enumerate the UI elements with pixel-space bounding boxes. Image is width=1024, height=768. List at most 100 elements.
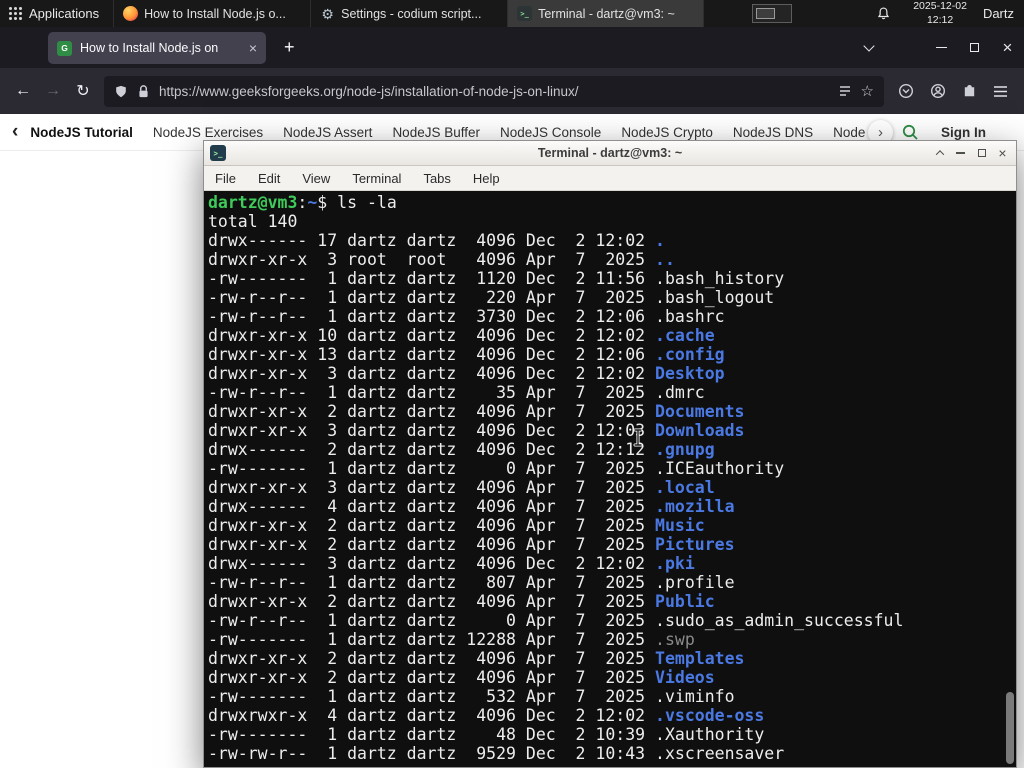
taskbar-button-label: Terminal - dartz@vm3: ~ <box>538 6 675 21</box>
terminal-line: -rw------- 1 dartz dartz 12288 Apr 7 202… <box>208 630 695 649</box>
firefox-window-icon <box>123 6 139 21</box>
terminal-close-button[interactable]: × <box>992 141 1013 166</box>
minimize-icon <box>936 46 947 49</box>
list-tabs-button[interactable] <box>852 27 885 68</box>
workspace-switcher[interactable] <box>752 4 793 23</box>
terminal-line: drwxr-xr-x 3 dartz dartz 4096 Dec 2 12:0… <box>208 421 745 440</box>
chevron-down-icon <box>862 39 875 52</box>
nav-scroll-left-icon[interactable]: ‹ <box>12 121 18 143</box>
workspace-window-preview <box>756 8 776 19</box>
terminal-line: -rw-r--r-- 1 dartz dartz 0 Apr 7 2025 .s… <box>208 611 904 630</box>
maximize-icon <box>977 149 986 157</box>
gfg-nav-item[interactable]: NodeJS Crypto <box>621 125 713 140</box>
terminal-line: drwxr-xr-x 3 root root 4096 Apr 7 2025 .… <box>208 250 675 269</box>
gfg-nav-item[interactable]: Node <box>833 125 865 140</box>
site-favicon: G <box>57 40 72 56</box>
chevron-up-icon <box>935 150 944 159</box>
terminal-line: -rw-r--r-- 1 dartz dartz 35 Apr 7 2025 .… <box>208 383 705 402</box>
terminal-scrollbar-thumb[interactable] <box>1006 692 1014 764</box>
taskbar-button-label: How to Install Node.js o... <box>144 6 286 21</box>
extensions-icon[interactable] <box>962 84 977 99</box>
clock-date: 2025-12-02 <box>913 0 967 13</box>
taskbar-button-label: Settings - codium script... <box>341 6 482 21</box>
terminal-line: -rw-r--r-- 1 dartz dartz 220 Apr 7 2025 … <box>208 288 775 307</box>
terminal-window: >_ Terminal - dartz@vm3: ~ × File Edit Vie… <box>203 140 1017 768</box>
minimize-icon <box>956 152 965 154</box>
clock[interactable]: 2025-12-02 12:12 <box>913 0 967 26</box>
terminal-line: -rw------- 1 dartz dartz 0 Apr 7 2025 .I… <box>208 459 785 478</box>
lock-icon[interactable] <box>137 84 150 99</box>
user-menu[interactable]: Dartz <box>983 6 1014 21</box>
browser-toolbar: ← → ↻ https://www.geeksforgeeks.org/node… <box>0 68 1024 114</box>
desktop: Applications How to Install Node.js o...… <box>0 0 1024 768</box>
terminal-minimize-button[interactable] <box>950 141 971 166</box>
window-minimize-button[interactable] <box>925 27 958 68</box>
pocket-icon[interactable] <box>898 83 914 99</box>
gfg-nav-item[interactable]: NodeJS Buffer <box>392 125 480 140</box>
gfg-nav-item[interactable]: NodeJS DNS <box>733 125 813 140</box>
terminal-menu-view[interactable]: View <box>291 171 341 186</box>
terminal-window-icon: >_ <box>517 6 533 21</box>
account-icon[interactable] <box>930 83 946 99</box>
terminal-line: drwxr-xr-x 2 dartz dartz 4096 Apr 7 2025… <box>208 592 715 611</box>
terminal-title: Terminal - dartz@vm3: ~ <box>537 146 683 160</box>
new-tab-button[interactable]: + <box>276 27 303 68</box>
terminal-menubar: File Edit View Terminal Tabs Help <box>204 166 1016 191</box>
terminal-content[interactable]: dartz@vm3:~$ ls -la total 140 drwx------ 1… <box>204 191 1016 767</box>
sign-in-button[interactable]: Sign In <box>941 125 986 140</box>
terminal-line: -rw-r--r-- 1 dartz dartz 807 Apr 7 2025 … <box>208 573 735 592</box>
gfg-nav-item[interactable]: NodeJS Exercises <box>153 125 263 140</box>
terminal-line: drwxr-xr-x 2 dartz dartz 4096 Apr 7 2025… <box>208 402 745 421</box>
applications-menu-button[interactable]: Applications <box>0 0 109 27</box>
terminal-line: drwxr-xr-x 13 dartz dartz 4096 Dec 2 12:… <box>208 345 725 364</box>
site-nav-items: NodeJS Tutorial NodeJS Exercises NodeJS As… <box>30 125 868 140</box>
browser-titlebar: G How to Install Node.js on × + × <box>0 27 1024 68</box>
terminal-shade-button[interactable] <box>929 141 950 166</box>
terminal-menu-tabs[interactable]: Tabs <box>412 171 461 186</box>
terminal-menu-help[interactable]: Help <box>462 171 511 186</box>
titlebar-gap <box>885 27 925 68</box>
applications-label: Applications <box>29 6 100 21</box>
terminal-line: drwxr-xr-x 3 dartz dartz 4096 Dec 2 12:0… <box>208 364 725 383</box>
terminal-prompt-line: dartz@vm3:~$ ls -la <box>208 193 397 212</box>
applications-grid-icon <box>9 7 22 20</box>
terminal-line: drwx------ 17 dartz dartz 4096 Dec 2 12:… <box>208 231 665 250</box>
terminal-menu-edit[interactable]: Edit <box>247 171 291 186</box>
terminal-line: -rw------- 1 dartz dartz 1120 Dec 2 11:5… <box>208 269 785 288</box>
shield-icon[interactable] <box>114 84 128 99</box>
taskbar-button-settings[interactable]: ⚙ Settings - codium script... <box>310 0 507 27</box>
gfg-nav-item[interactable]: NodeJS Console <box>500 125 601 140</box>
terminal-line: drwxrwxr-x 4 dartz dartz 4096 Dec 2 12:0… <box>208 706 765 725</box>
terminal-titlebar[interactable]: >_ Terminal - dartz@vm3: ~ × <box>204 141 1016 166</box>
gfg-nav-item[interactable]: NodeJS Assert <box>283 125 372 140</box>
clock-time: 12:12 <box>926 13 954 26</box>
browser-tab[interactable]: G How to Install Node.js on × <box>48 32 266 64</box>
terminal-scrollbar[interactable] <box>1004 191 1016 767</box>
reload-button[interactable]: ↻ <box>68 81 98 101</box>
window-maximize-button[interactable] <box>958 27 991 68</box>
back-button[interactable]: ← <box>8 82 38 100</box>
tab-title: How to Install Node.js on <box>80 41 219 55</box>
terminal-menu-file[interactable]: File <box>204 171 247 186</box>
search-icon[interactable] <box>901 123 919 141</box>
terminal-menu-terminal[interactable]: Terminal <box>341 171 412 186</box>
bookmark-star-icon[interactable]: ☆ <box>861 84 874 99</box>
gfg-nav-item[interactable]: NodeJS Tutorial <box>30 125 133 140</box>
url-bar[interactable]: https://www.geeksforgeeks.org/node-js/in… <box>104 75 884 107</box>
taskbar-button-terminal[interactable]: >_ Terminal - dartz@vm3: ~ <box>507 0 705 27</box>
terminal-maximize-button[interactable] <box>971 141 992 166</box>
terminal-line: drwxr-xr-x 2 dartz dartz 4096 Apr 7 2025… <box>208 668 715 687</box>
tab-close-icon[interactable]: × <box>249 40 257 56</box>
settings-window-icon: ⚙ <box>321 5 334 22</box>
forward-button[interactable]: → <box>38 82 68 100</box>
maximize-icon <box>970 43 979 52</box>
reader-mode-icon[interactable] <box>838 84 852 98</box>
notification-bell-icon[interactable] <box>876 6 891 21</box>
terminal-app-icon: >_ <box>210 145 226 161</box>
terminal-line: drwxr-xr-x 3 dartz dartz 4096 Apr 7 2025… <box>208 478 715 497</box>
terminal-line: drwxr-xr-x 10 dartz dartz 4096 Dec 2 12:… <box>208 326 715 345</box>
window-controls: × <box>852 27 1024 68</box>
menu-icon[interactable] <box>993 85 1008 98</box>
window-close-button[interactable]: × <box>991 27 1024 68</box>
taskbar-button-firefox[interactable]: How to Install Node.js o... <box>113 0 310 27</box>
